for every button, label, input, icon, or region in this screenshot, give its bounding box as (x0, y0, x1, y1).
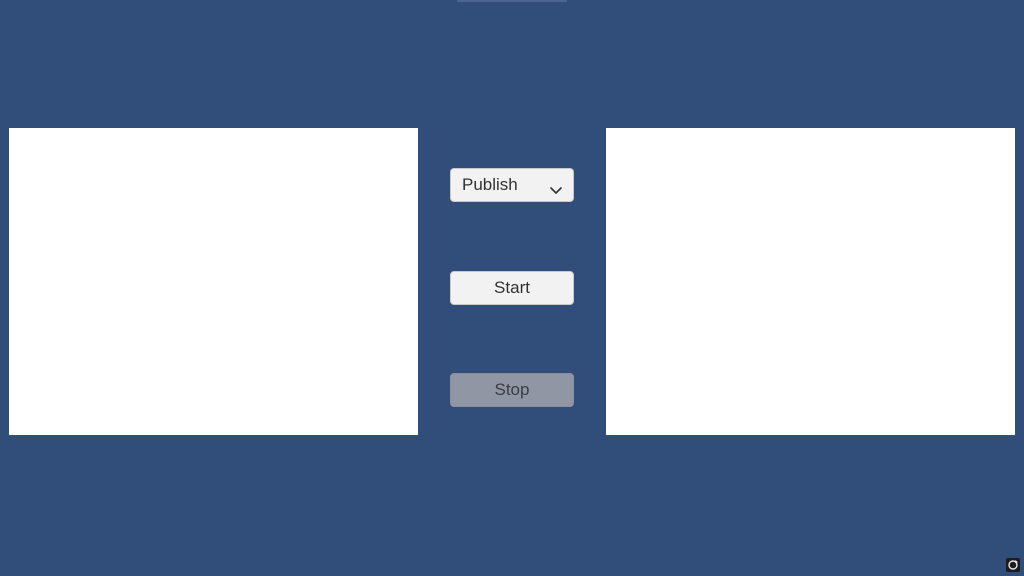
top-divider (457, 0, 567, 2)
remote-video-panel (606, 128, 1015, 435)
mode-dropdown-value: Publish (462, 175, 518, 194)
start-button[interactable]: Start (450, 271, 574, 305)
reload-icon[interactable] (1006, 558, 1020, 572)
chevron-down-icon (549, 180, 563, 194)
stop-button[interactable]: Stop (450, 373, 574, 407)
mode-dropdown[interactable]: Publish (450, 168, 574, 202)
local-video-panel (9, 128, 418, 435)
